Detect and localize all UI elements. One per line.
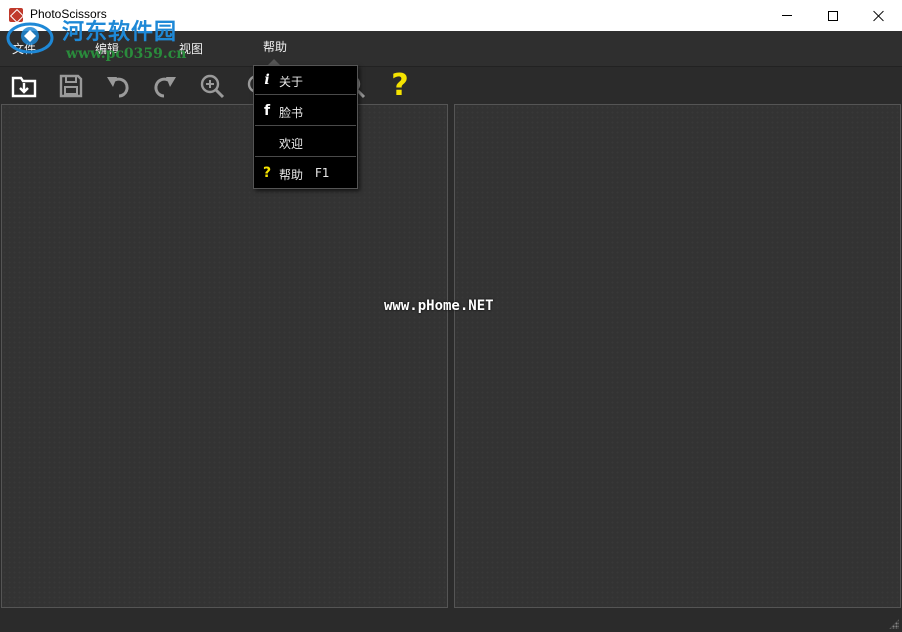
zoom-in-button[interactable] bbox=[197, 71, 227, 101]
watermark-url: www.pc0359.cn bbox=[66, 46, 187, 62]
result-image-panel[interactable] bbox=[454, 104, 901, 608]
status-bar bbox=[0, 608, 902, 632]
source-image-panel[interactable] bbox=[1, 104, 448, 608]
open-icon bbox=[11, 76, 37, 98]
menu-item-label: 关于 bbox=[279, 75, 304, 89]
menu-item-facebook[interactable]: f 脸书 bbox=[255, 97, 356, 126]
undo-icon bbox=[107, 77, 129, 98]
minimize-button[interactable] bbox=[764, 0, 810, 31]
help-icon: ? bbox=[391, 68, 409, 103]
menu-item-about[interactable]: i 关于 bbox=[255, 66, 356, 95]
menu-item-label: 欢迎 bbox=[279, 137, 304, 151]
question-icon: ? bbox=[262, 165, 272, 181]
maximize-icon bbox=[828, 10, 838, 21]
save-button[interactable] bbox=[56, 71, 86, 101]
menu-item-label: 帮助 bbox=[279, 168, 304, 182]
app-window: PhotoScissors 文件 编辑 视图 帮助 河东软件园 www.pc03… bbox=[0, 0, 902, 632]
redo-icon bbox=[154, 77, 176, 98]
menu-item-help[interactable]: ? 帮助 F1 bbox=[255, 159, 356, 188]
menu-item-shortcut: F1 bbox=[315, 166, 330, 180]
undo-button[interactable] bbox=[103, 71, 133, 101]
redo-button[interactable] bbox=[150, 71, 180, 101]
help-dropdown-menu: i 关于 f 脸书 欢迎 ? 帮助 F1 bbox=[253, 65, 358, 189]
toolbar: ? bbox=[0, 66, 902, 104]
watermark-title: 河东软件园 bbox=[62, 19, 178, 45]
menu-item-welcome[interactable]: 欢迎 bbox=[255, 128, 356, 157]
close-button[interactable] bbox=[856, 0, 902, 31]
minimize-icon bbox=[782, 15, 792, 16]
info-icon: i bbox=[264, 72, 270, 88]
resize-grip-icon[interactable] bbox=[889, 619, 899, 629]
open-button[interactable] bbox=[9, 71, 39, 101]
menu-item-label: 脸书 bbox=[279, 106, 304, 120]
close-icon bbox=[873, 10, 885, 22]
help-button[interactable]: ? bbox=[385, 71, 415, 101]
watermark-center-text: www.pHome.NET bbox=[384, 298, 494, 314]
watermark-logo bbox=[6, 22, 54, 54]
facebook-icon: f bbox=[263, 103, 271, 119]
zoom-in-icon bbox=[200, 74, 225, 99]
save-icon bbox=[59, 74, 83, 98]
maximize-button[interactable] bbox=[810, 0, 856, 31]
menu-help[interactable]: 帮助 bbox=[263, 38, 287, 55]
